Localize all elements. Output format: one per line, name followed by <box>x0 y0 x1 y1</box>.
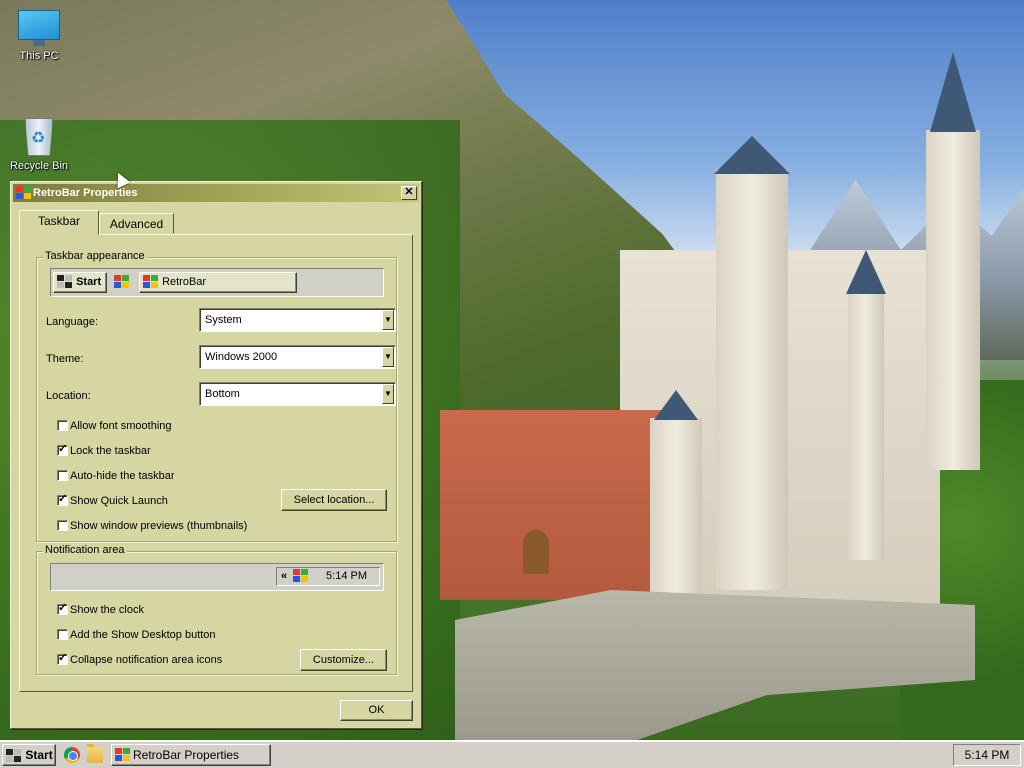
close-icon: ✕ <box>404 186 414 198</box>
location-select[interactable]: Bottom ▼ <box>199 382 396 406</box>
wallpaper-tower-roof <box>846 250 886 294</box>
recycle-bin-icon: ♻ <box>22 114 56 156</box>
check-icon: ✓ <box>58 602 68 614</box>
task-label: RetroBar Properties <box>133 748 240 762</box>
location-label: Location: <box>46 390 91 402</box>
checkbox-box[interactable] <box>57 420 68 431</box>
windows-flag-icon <box>57 275 73 289</box>
wallpaper-castle-wing <box>440 410 670 600</box>
checkbox-label: Lock the taskbar <box>70 445 151 457</box>
checkbox-allow-font-smoothing[interactable]: Allow font smoothing <box>57 420 172 433</box>
retrobar-app-icon <box>143 275 159 289</box>
start-label: Start <box>25 748 53 762</box>
chrome-icon[interactable] <box>64 747 80 763</box>
theme-select[interactable]: Windows 2000 ▼ <box>199 345 396 369</box>
checkbox-label: Show the clock <box>70 604 144 616</box>
expand-icon: « <box>281 570 288 582</box>
preview-start-label: Start <box>76 276 102 288</box>
notification-preview-clock: 5:14 PM <box>326 570 367 582</box>
taskbar-preview: Start RetroBar <box>50 268 384 297</box>
notification-preview: « 5:14 PM <box>50 563 384 591</box>
window-title: RetroBar Properties <box>33 187 138 199</box>
tab-label: Advanced <box>109 217 164 231</box>
taskbar-task-retrobar-properties[interactable]: RetroBar Properties <box>111 744 271 766</box>
wallpaper-tower <box>848 290 884 560</box>
checkbox-box[interactable] <box>57 470 68 481</box>
preview-task-label: RetroBar <box>162 276 207 288</box>
tab-advanced[interactable]: Advanced <box>99 213 174 234</box>
desktop-icon-label: This PC <box>19 50 59 62</box>
wallpaper-castle-gate <box>523 530 549 574</box>
quick-launch-icon <box>114 275 130 289</box>
checkbox-show-quick-launch[interactable]: ✓ Show Quick Launch <box>57 493 168 508</box>
close-button[interactable]: ✕ <box>401 186 417 200</box>
title-bar[interactable]: RetroBar Properties ✕ <box>13 184 419 202</box>
check-icon: ✓ <box>58 652 68 664</box>
checkbox-label: Add the Show Desktop button <box>70 629 216 641</box>
checkbox-box[interactable]: ✓ <box>57 602 68 615</box>
computer-icon <box>18 10 60 46</box>
checkbox-collapse-icons[interactable]: ✓ Collapse notification area icons <box>57 652 223 667</box>
checkbox-box[interactable] <box>57 520 68 531</box>
start-button[interactable]: Start <box>2 744 56 766</box>
notification-preview-tray: « 5:14 PM <box>276 567 380 586</box>
properties-window: RetroBar Properties ✕ Taskbar Advanced T… <box>10 181 422 729</box>
taskbar-clock[interactable]: 5:14 PM <box>965 748 1010 762</box>
language-value: System <box>205 314 242 326</box>
check-icon: ✓ <box>58 493 68 505</box>
theme-value: Windows 2000 <box>205 351 278 363</box>
checkbox-auto-hide[interactable]: Auto-hide the taskbar <box>57 470 175 483</box>
file-explorer-icon[interactable] <box>87 744 103 763</box>
checkbox-label: Show Quick Launch <box>70 495 168 507</box>
chevron-down-icon[interactable]: ▼ <box>382 310 394 330</box>
desktop-icon-this-pc[interactable]: This PC <box>1 10 77 62</box>
location-value: Bottom <box>205 388 240 400</box>
checkbox-lock-taskbar[interactable]: ✓ Lock the taskbar <box>57 443 151 458</box>
checkbox-label: Collapse notification area icons <box>70 654 223 666</box>
wallpaper-castle-wall <box>455 590 975 740</box>
desktop-icon-recycle-bin[interactable]: ♻ Recycle Bin <box>1 114 77 172</box>
chevron-down-icon[interactable]: ▼ <box>382 347 394 367</box>
checkbox-label: Allow font smoothing <box>70 420 172 432</box>
button-label: Select location... <box>293 494 375 506</box>
retrobar-app-icon <box>16 186 31 200</box>
wallpaper-tower-roof <box>654 390 698 420</box>
tab-label: Taskbar <box>37 214 81 228</box>
ok-button[interactable]: OK <box>340 700 413 721</box>
button-label: OK <box>368 704 385 716</box>
retrobar-app-icon <box>115 748 131 762</box>
wallpaper-tower <box>926 130 980 470</box>
checkbox-box[interactable]: ✓ <box>57 493 68 506</box>
checkbox-box[interactable] <box>57 629 68 640</box>
select-location-button[interactable]: Select location... <box>281 489 387 511</box>
checkbox-show-desktop-button[interactable]: Add the Show Desktop button <box>57 629 216 642</box>
group-label: Notification area <box>43 544 127 556</box>
check-icon: ✓ <box>58 443 68 455</box>
button-label: Customize... <box>312 654 375 666</box>
wallpaper-tower-roof <box>714 136 790 174</box>
chevron-down-icon[interactable]: ▼ <box>382 384 394 404</box>
customize-button[interactable]: Customize... <box>300 649 387 671</box>
desktop-icon-label: Recycle Bin <box>9 160 69 172</box>
checkbox-box[interactable]: ✓ <box>57 443 68 456</box>
checkbox-box[interactable]: ✓ <box>57 652 68 665</box>
theme-label: Theme: <box>46 353 84 365</box>
preview-task-button: RetroBar <box>139 272 297 293</box>
checkbox-window-previews[interactable]: Show window previews (thumbnails) <box>57 520 247 533</box>
windows-flag-icon <box>6 748 22 763</box>
checkbox-label: Show window previews (thumbnails) <box>70 520 248 532</box>
preview-start-button: Start <box>53 272 107 293</box>
system-tray[interactable]: 5:14 PM <box>953 744 1021 766</box>
wallpaper-tower-roof <box>930 52 976 132</box>
taskbar: Start RetroBar Properties 5:14 PM <box>0 740 1024 768</box>
group-label: Taskbar appearance <box>43 250 147 262</box>
retrobar-tray-icon <box>293 569 309 583</box>
checkbox-show-clock[interactable]: ✓ Show the clock <box>57 602 144 617</box>
checkbox-label: Auto-hide the taskbar <box>70 470 175 482</box>
wallpaper-tower <box>716 170 788 590</box>
tab-taskbar[interactable]: Taskbar <box>19 210 99 235</box>
language-select[interactable]: System ▼ <box>199 308 396 332</box>
language-label: Language: <box>46 316 98 328</box>
